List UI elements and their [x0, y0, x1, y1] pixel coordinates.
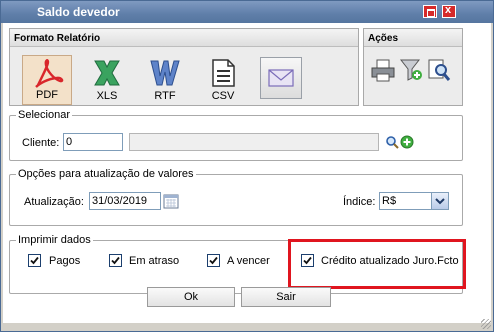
window-title: Saldo devedor: [37, 5, 120, 19]
selecionar-legend: Selecionar: [18, 109, 70, 121]
atualizacao-label: Atualização:: [24, 196, 84, 208]
format-csv-button[interactable]: CSV: [198, 55, 248, 105]
a-vencer-checkbox[interactable]: [207, 254, 220, 267]
formato-header: Formato Relatório: [10, 29, 358, 47]
search-icon[interactable]: [385, 135, 399, 149]
dialog-content: Formato Relatório PDF XLS RTF CSV Ações …: [3, 23, 491, 323]
sair-button[interactable]: Sair: [241, 287, 331, 307]
close-button[interactable]: x: [442, 4, 456, 18]
acoes-header: Ações: [364, 29, 462, 47]
indice-dropdown-button[interactable]: [431, 193, 448, 209]
maximize-button[interactable]: [423, 5, 437, 18]
acoes-panel: Ações: [363, 28, 463, 106]
dialog-window: Saldo devedor x Formato Relatório PDF XL…: [0, 0, 494, 332]
opcoes-legend: Opções para atualização de valores: [18, 168, 194, 180]
csv-icon: [212, 59, 235, 87]
pagos-label: Pagos: [49, 255, 81, 267]
xls-icon: [94, 60, 120, 86]
format-xls-button[interactable]: XLS: [82, 55, 132, 105]
cliente-code-input[interactable]: 0: [63, 133, 123, 151]
calendar-icon[interactable]: [163, 193, 179, 209]
a-vencer-label: A vencer: [227, 255, 270, 267]
atualizacao-date-input[interactable]: 31/03/2019: [89, 192, 161, 210]
formato-panel: Formato Relatório PDF XLS RTF CSV: [9, 28, 359, 106]
cliente-label: Cliente:: [22, 137, 60, 149]
resize-grip[interactable]: [481, 319, 491, 329]
close-icon: x: [445, 4, 452, 16]
add-filter-icon[interactable]: [398, 57, 424, 83]
envelope-icon: [268, 69, 294, 87]
add-icon[interactable]: [400, 135, 414, 149]
checkmark-icon: [209, 256, 218, 265]
em-atraso-checkbox[interactable]: [109, 254, 122, 267]
chevron-down-icon: [435, 198, 445, 205]
format-rtf-button[interactable]: RTF: [140, 55, 190, 105]
highlight-box: [288, 239, 466, 289]
imprimir-legend: Imprimir dados: [18, 234, 91, 246]
format-pdf-button[interactable]: PDF: [22, 55, 72, 105]
pdf-icon: [35, 59, 64, 88]
preview-icon[interactable]: [426, 57, 452, 83]
checkmark-icon: [111, 256, 120, 265]
format-xls-label: XLS: [96, 90, 118, 102]
rtf-icon: [150, 60, 180, 86]
indice-value: R$: [382, 195, 397, 207]
checkmark-icon: [30, 256, 39, 265]
format-pdf-label: PDF: [36, 89, 58, 101]
format-rtf-label: RTF: [154, 90, 176, 102]
cliente-name-input: [129, 133, 379, 151]
pagos-checkbox[interactable]: [28, 254, 41, 267]
indice-select[interactable]: R$: [379, 192, 449, 210]
format-csv-label: CSV: [211, 90, 235, 102]
email-button[interactable]: [260, 57, 302, 99]
title-bar[interactable]: Saldo devedor x: [1, 1, 493, 23]
ok-button[interactable]: Ok: [147, 287, 235, 307]
indice-label: Índice:: [343, 196, 376, 208]
em-atraso-label: Em atraso: [129, 255, 180, 267]
printer-icon[interactable]: [370, 57, 396, 83]
